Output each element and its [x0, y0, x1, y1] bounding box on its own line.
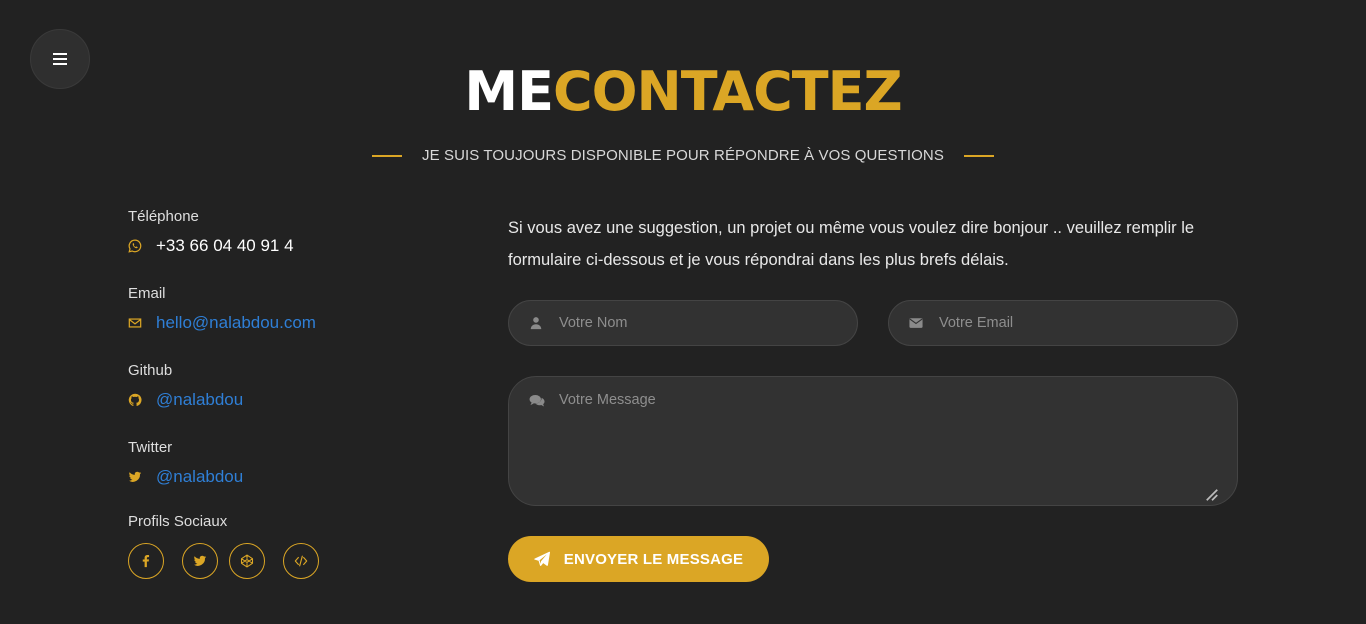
- phone-label: Téléphone: [128, 208, 199, 225]
- twitter-label: Twitter: [128, 439, 173, 456]
- name-input[interactable]: [559, 315, 857, 331]
- resize-grip-icon[interactable]: [1204, 488, 1220, 502]
- form-intro-text: Si vous avez une suggestion, un projet o…: [508, 219, 1195, 269]
- whatsapp-icon: [128, 239, 142, 253]
- twitter-icon: [193, 555, 207, 566]
- name-field[interactable]: [508, 300, 858, 346]
- send-button-label: ENVOYER LE MESSAGE: [563, 550, 744, 568]
- twitter-icon: [128, 470, 142, 484]
- message-field[interactable]: [508, 376, 1238, 506]
- github-block: Github @nalabdou: [128, 361, 428, 438]
- page-title: MECONTACTEZ: [0, 58, 1366, 126]
- paper-plane-icon: [534, 551, 550, 566]
- twitter-button[interactable]: [182, 543, 218, 579]
- subtitle-left-line: [372, 154, 403, 157]
- phone-number: +33 66 04 40 91 4: [156, 236, 294, 255]
- phone-block: Téléphone +33 66 04 40 91 4: [128, 207, 428, 284]
- send-message-button[interactable]: ENVOYER LE MESSAGE: [508, 536, 769, 582]
- code-icon: [294, 555, 308, 567]
- subtitle: JE SUIS TOUJOURS DISPONIBLE POUR RÉPONDR…: [0, 147, 1366, 164]
- twitter-block: Twitter @nalabdou: [128, 438, 428, 515]
- email-block: Email hello@nalabdou.com: [128, 284, 428, 361]
- message-input[interactable]: [559, 392, 1237, 492]
- title-part-contactez: CONTACTEZ: [552, 60, 903, 123]
- email-input[interactable]: [939, 315, 1237, 331]
- facebook-button[interactable]: [128, 543, 164, 579]
- subtitle-text: JE SUIS TOUJOURS DISPONIBLE POUR RÉPONDR…: [422, 147, 944, 164]
- contact-info: Téléphone +33 66 04 40 91 4 Email hello@…: [128, 207, 428, 515]
- github-label: Github: [128, 362, 173, 379]
- subtitle-right-line: [963, 154, 994, 157]
- email-field[interactable]: [888, 300, 1238, 346]
- twitter-link[interactable]: @nalabdou: [156, 467, 243, 487]
- code-button[interactable]: [283, 543, 319, 579]
- codepen-button[interactable]: [229, 543, 265, 579]
- social-profiles-label: Profils Sociaux: [128, 513, 228, 530]
- email-link[interactable]: hello@nalabdou.com: [156, 313, 316, 333]
- envelope-icon: [128, 316, 142, 330]
- contact-page: MECONTACTEZ JE SUIS TOUJOURS DISPONIBLE …: [0, 0, 1366, 624]
- github-icon: [128, 393, 142, 407]
- facebook-icon: [142, 555, 150, 568]
- comments-icon: [529, 395, 545, 407]
- user-icon: [530, 317, 542, 330]
- title-part-me: ME: [464, 60, 554, 123]
- envelope-icon: [909, 318, 923, 328]
- github-link[interactable]: @nalabdou: [156, 390, 243, 410]
- codepen-icon: [240, 554, 254, 568]
- email-label: Email: [128, 285, 166, 302]
